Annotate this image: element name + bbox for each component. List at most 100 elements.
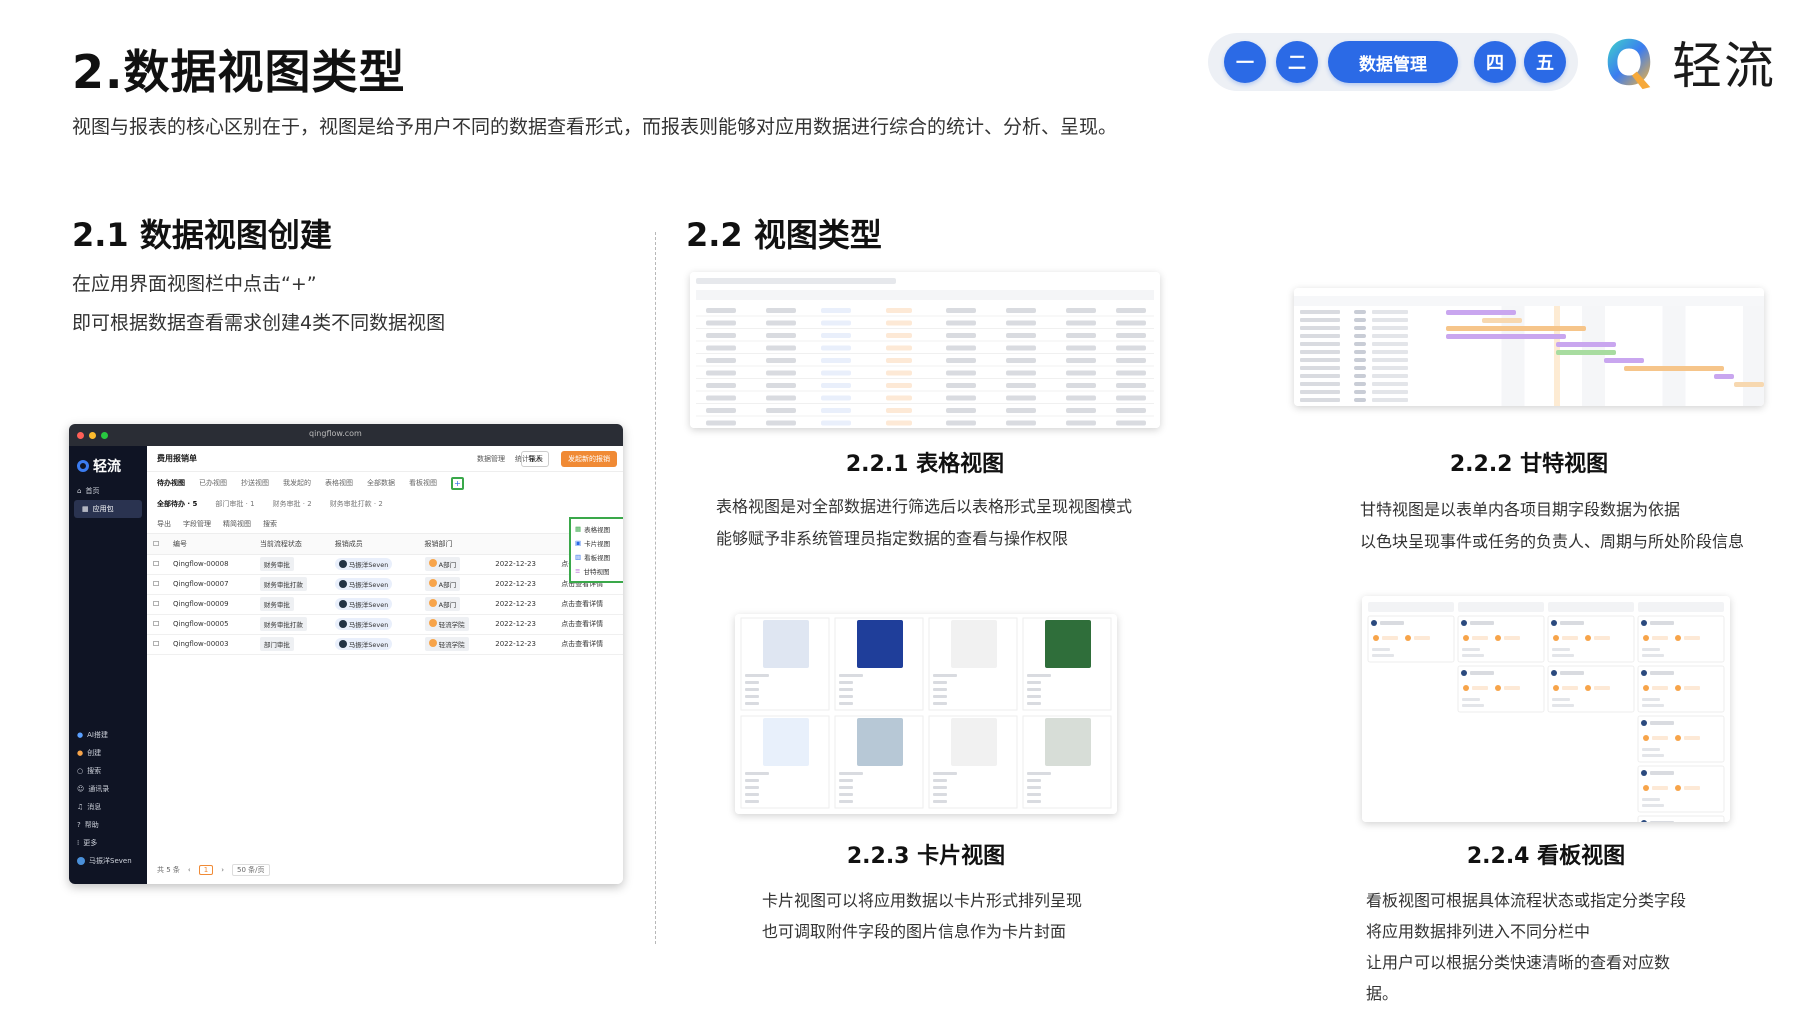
- filter-finance[interactable]: 财务审批 · 2: [273, 499, 312, 509]
- tab-done[interactable]: 已办视图: [199, 478, 227, 488]
- col-id[interactable]: 编号: [167, 534, 254, 555]
- table-row[interactable]: ☐ Qingflow-00007 财务审批打款 马振洋Seven A部门 2022-12…: [147, 574, 623, 595]
- preview-card-field: [745, 800, 759, 803]
- sidebar-item-label: 消息: [87, 803, 102, 811]
- table-row[interactable]: ☐ Qingflow-00005 财务审批打款 马振洋Seven 轻流学院 2022-1…: [147, 614, 623, 635]
- sidebar-item-create[interactable]: ● 创建: [69, 744, 147, 762]
- col-member[interactable]: 报销成员: [328, 534, 419, 555]
- close-dot-icon[interactable]: [77, 431, 84, 439]
- new-request-button[interactable]: 发起新的报销: [561, 451, 617, 467]
- preview-card-field: [1027, 800, 1041, 803]
- menu-item-gantt-view[interactable]: ≡ 甘特视图: [575, 564, 623, 578]
- col-date[interactable]: [489, 534, 556, 555]
- url-bar[interactable]: qingflow.com: [309, 429, 362, 438]
- maximize-dot-icon[interactable]: [101, 431, 108, 439]
- preview-card-field: [745, 772, 769, 775]
- preview-cell: [706, 308, 736, 313]
- compact-view-button[interactable]: 精简视图: [223, 519, 251, 529]
- col-status[interactable]: 当前流程状态: [253, 534, 329, 555]
- row-detail-link[interactable]: 点击查看详情: [555, 594, 623, 615]
- preview-cell: [1006, 308, 1036, 313]
- tab-todo[interactable]: 待办视图: [157, 478, 185, 488]
- nav-item-2[interactable]: 二: [1276, 41, 1318, 83]
- tab-cc[interactable]: 抄送视图: [241, 478, 269, 488]
- preview-card-chip: [1382, 636, 1398, 640]
- sidebar-item-contacts[interactable]: ☺ 通讯录: [69, 780, 147, 798]
- preview-card-field: [933, 674, 957, 677]
- pager-next-icon[interactable]: ›: [221, 866, 224, 874]
- contacts-icon: ☺: [77, 785, 85, 793]
- minimize-dot-icon[interactable]: [89, 431, 96, 439]
- col-dept[interactable]: 报销部门: [418, 534, 490, 555]
- preview-cell: [821, 420, 851, 426]
- preview-avatar: [1371, 620, 1377, 626]
- nav-item-4[interactable]: 四: [1474, 41, 1516, 83]
- preview-task-name: [1300, 374, 1340, 378]
- table-row[interactable]: ☐ Qingflow-00003 部门审批 马振洋Seven 轻流学院 2022-12-…: [147, 634, 623, 655]
- preview-cell: [706, 333, 736, 338]
- sidebar-item-home[interactable]: ⌂ 首页: [69, 482, 147, 500]
- preview-card-line: [1642, 698, 1660, 701]
- sidebar-item-help[interactable]: ? 帮助: [69, 816, 147, 834]
- sidebar-item-ai[interactable]: ● AI搭建: [69, 726, 147, 744]
- import-button[interactable]: 导入: [521, 451, 549, 467]
- table-view-thumbnail: [690, 272, 1160, 428]
- menu-item-label: 表格视图: [584, 526, 611, 534]
- menu-item-table-view[interactable]: ▦ 表格视图: [575, 522, 623, 536]
- preview-cell: [1066, 308, 1096, 313]
- filter-all[interactable]: 全部待办 · 5: [157, 499, 197, 509]
- data-manage-link[interactable]: 数据管理: [477, 454, 505, 464]
- table-row[interactable]: ☐ Qingflow-00008 财务审批 马振洋Seven A部门 2022-12-2…: [147, 554, 623, 575]
- search-button[interactable]: 搜索: [263, 519, 277, 529]
- sidebar-item-search[interactable]: ○ 搜索: [69, 762, 147, 780]
- row-detail-link[interactable]: 点击查看详情: [555, 614, 623, 635]
- export-button[interactable]: 导出: [157, 519, 171, 529]
- menu-item-kanban-view[interactable]: ▥ 看板视图: [575, 550, 623, 564]
- preview-gantt-bar: [1446, 310, 1516, 315]
- preview-card-field: [745, 702, 759, 705]
- sidebar-item-user[interactable]: 马振洋Seven: [69, 852, 147, 870]
- row-member: 马振洋Seven: [328, 574, 419, 595]
- row-checkbox[interactable]: ☐: [147, 634, 167, 655]
- sidebar-item-messages[interactable]: ♫ 消息: [69, 798, 147, 816]
- sidebar-logo-text: 轻流: [93, 459, 121, 475]
- sidebar-item-more[interactable]: ⁞ 更多: [69, 834, 147, 852]
- nav-item-1[interactable]: 一: [1224, 41, 1266, 83]
- filter-dept[interactable]: 部门审批 · 1: [215, 499, 254, 509]
- menu-item-card-view[interactable]: ▣ 卡片视图: [575, 536, 623, 550]
- row-checkbox[interactable]: ☐: [147, 594, 167, 615]
- kanban-view-desc-1: 看板视图可根据具体流程状态或指定分类字段: [1366, 891, 1687, 910]
- table-row[interactable]: ☐ Qingflow-00009 财务审批 马振洋Seven A部门 2022-12-2…: [147, 594, 623, 615]
- pager-current[interactable]: 1: [198, 865, 214, 875]
- preview-cell: [886, 395, 912, 401]
- preview-card-chip: [1652, 736, 1668, 740]
- tab-mine[interactable]: 我发起的: [283, 478, 311, 488]
- nav-item-5[interactable]: 五: [1524, 41, 1566, 83]
- filter-payment[interactable]: 财务审批打款 · 2: [330, 499, 383, 509]
- row-detail-link[interactable]: 点击查看详情: [555, 634, 623, 655]
- row-checkbox[interactable]: ☐: [147, 574, 167, 595]
- tab-table[interactable]: 表格视图: [325, 478, 353, 488]
- sidebar-item-apps[interactable]: ▦ 应用包: [74, 500, 142, 518]
- preview-cell: [1006, 333, 1036, 338]
- preview-card-field: [839, 786, 853, 789]
- row-checkbox[interactable]: ☐: [147, 554, 167, 575]
- tab-kanban[interactable]: 看板视图: [409, 478, 437, 488]
- preview-task-name: [1300, 350, 1340, 354]
- pager-prev-icon[interactable]: ‹: [188, 866, 191, 874]
- add-view-icon[interactable]: +: [451, 476, 464, 490]
- preview-date: [1372, 334, 1408, 338]
- select-all-checkbox[interactable]: ☐: [147, 534, 167, 555]
- field-manage-button[interactable]: 字段管理: [183, 519, 211, 529]
- preview-cell: [1066, 345, 1096, 351]
- preview-cell: [886, 358, 912, 363]
- section-2-1-title: 2.1 数据视图创建: [72, 216, 332, 254]
- sidebar-item-label: 更多: [83, 839, 98, 847]
- preview-date: [1372, 374, 1408, 378]
- nav-item-active[interactable]: 数据管理: [1328, 41, 1458, 83]
- preview-card-field: [933, 786, 947, 789]
- tab-all[interactable]: 全部数据: [367, 478, 395, 488]
- preview-date: [1372, 382, 1408, 386]
- pager-size-select[interactable]: 50 条/页: [232, 864, 270, 876]
- row-checkbox[interactable]: ☐: [147, 614, 167, 635]
